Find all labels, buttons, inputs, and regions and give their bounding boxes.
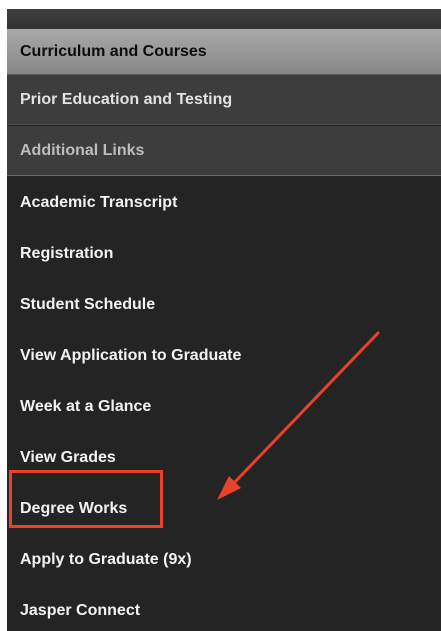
link-student-schedule[interactable]: Student Schedule: [7, 279, 441, 330]
menu-top-strip: [7, 9, 441, 30]
link-apply-to-graduate[interactable]: Apply to Graduate (9x): [7, 534, 441, 585]
student-menu-panel: Curriculum and Courses Prior Education a…: [7, 9, 441, 631]
section-curriculum-and-courses[interactable]: Curriculum and Courses: [7, 29, 441, 75]
link-academic-transcript[interactable]: Academic Transcript: [7, 177, 441, 228]
section-label: Curriculum and Courses: [20, 43, 207, 60]
link-label: Student Schedule: [20, 296, 156, 313]
link-label: View Application to Graduate: [20, 347, 242, 364]
link-registration[interactable]: Registration: [7, 228, 441, 279]
link-week-at-a-glance[interactable]: Week at a Glance: [7, 381, 441, 432]
annotation-highlight-box: [9, 470, 163, 528]
link-view-application-to-graduate[interactable]: View Application to Graduate: [7, 330, 441, 381]
link-label: View Grades: [20, 449, 116, 466]
link-jasper-connect[interactable]: Jasper Connect: [7, 585, 441, 631]
section-prior-education-and-testing[interactable]: Prior Education and Testing: [7, 75, 441, 125]
link-label: Week at a Glance: [20, 398, 152, 415]
section-label: Additional Links: [20, 142, 145, 159]
link-label: Registration: [20, 245, 114, 262]
section-label: Prior Education and Testing: [20, 91, 233, 108]
screenshot-canvas: Curriculum and Courses Prior Education a…: [0, 0, 441, 631]
link-label: Apply to Graduate (9x): [20, 551, 192, 568]
link-label: Academic Transcript: [20, 194, 178, 211]
link-label: Jasper Connect: [20, 602, 141, 619]
section-additional-links[interactable]: Additional Links: [7, 126, 441, 176]
